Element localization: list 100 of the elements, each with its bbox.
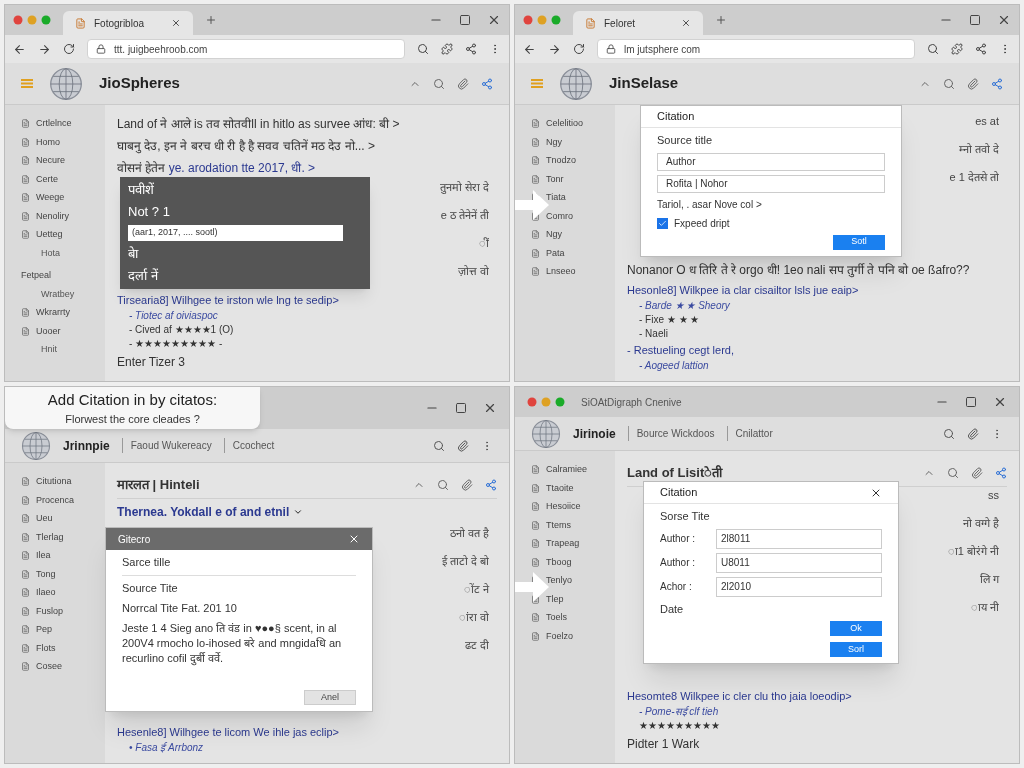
article-link[interactable]: Hesonle8] Wilkpee ia clar cisailtor lsls jue eaip> xyxy=(627,281,1007,299)
address-bar[interactable]: lm jutsphere com xyxy=(597,39,915,59)
article-link[interactable]: - Restueling cegt lerd, xyxy=(627,341,1007,359)
sidebar-item[interactable]: Ttaoite xyxy=(546,481,574,495)
breadcrumb-link[interactable]: Ccochect xyxy=(223,438,275,453)
sidebar-item[interactable]: Tlep xyxy=(546,592,564,606)
share-icon[interactable] xyxy=(481,77,493,90)
breadcrumb-link[interactable]: Faoud Wukereacy xyxy=(121,438,212,453)
sidebar-item[interactable]: Pata xyxy=(546,246,565,260)
search-icon[interactable] xyxy=(433,77,445,90)
sidebar-item[interactable]: Necure xyxy=(36,154,65,168)
sidebar-subitem[interactable]: Wratbey xyxy=(21,287,89,301)
clip-icon[interactable] xyxy=(457,439,469,452)
sidebar-item[interactable]: Trapeag xyxy=(546,537,580,551)
sidebar-item[interactable]: Ngy xyxy=(546,228,562,242)
sidebar-item[interactable]: Ueu xyxy=(36,512,53,526)
close-tab-icon[interactable] xyxy=(171,18,181,28)
search-icon[interactable] xyxy=(943,77,955,90)
browser-tab[interactable]: Fotogribloa xyxy=(63,11,193,35)
sidebar-item[interactable]: Comro xyxy=(546,209,573,223)
extension-icon[interactable] xyxy=(951,43,963,55)
close-icon[interactable] xyxy=(483,401,497,415)
browser-tab[interactable]: Feloret xyxy=(573,11,703,35)
sidebar-item[interactable]: Tnodzo xyxy=(546,154,577,168)
back-icon[interactable] xyxy=(523,42,536,56)
maximize-icon[interactable] xyxy=(459,14,471,26)
sidebar-item[interactable]: Homo xyxy=(36,135,60,149)
article-link[interactable]: Tirsearia8] Wilhgee te irston wle lng te sedip> xyxy=(117,291,497,309)
list-link[interactable]: • Fasa ई Arrbonz xyxy=(117,741,497,755)
sidebar-item[interactable]: Toels xyxy=(546,611,567,625)
menu-item[interactable]: पवीशें xyxy=(128,181,362,199)
sidebar-item[interactable]: Citutiona xyxy=(36,475,72,489)
clip-icon[interactable] xyxy=(967,427,979,440)
input-field[interactable]: U8011 xyxy=(716,552,882,573)
sidebar-item[interactable]: Wkrarrty xyxy=(36,306,70,320)
sidebar-item[interactable]: Weege xyxy=(36,191,65,205)
new-tab-icon[interactable] xyxy=(715,14,727,26)
sidebar-item[interactable]: Certe xyxy=(36,172,58,186)
caret-icon[interactable] xyxy=(293,507,304,517)
sidebar-item[interactable]: Lnseeo xyxy=(546,265,576,279)
sidebar-item[interactable]: Foelzo xyxy=(546,629,573,643)
menu-item[interactable]: दर्ला नें xyxy=(128,267,362,285)
maximize-icon[interactable] xyxy=(455,402,467,414)
sidebar-subitem[interactable]: Hnit xyxy=(21,343,89,357)
sidebar-item[interactable]: Tiata xyxy=(546,191,566,205)
sidebar-item[interactable]: Celelitioo xyxy=(546,117,584,131)
sidebar-item[interactable]: Tong xyxy=(36,567,56,581)
sidebar-subitem[interactable]: Hota xyxy=(21,246,89,260)
list-link[interactable]: - Barde ★ ★ Sheory xyxy=(627,299,1007,313)
share-icon[interactable] xyxy=(995,466,1007,479)
share-icon[interactable] xyxy=(485,478,497,491)
sidebar-item[interactable]: Uooer xyxy=(36,324,61,338)
sidebar-item[interactable]: Fuslop xyxy=(36,604,63,618)
forward-icon[interactable] xyxy=(38,42,51,56)
share-icon[interactable] xyxy=(465,43,477,55)
search-icon[interactable] xyxy=(927,43,939,55)
sidebar-item[interactable]: Cosee xyxy=(36,660,62,674)
new-tab-icon[interactable] xyxy=(205,14,217,26)
sidebar-item[interactable]: Flots xyxy=(36,641,56,655)
text-link[interactable]: ye. arodation tte 2017, धी. > xyxy=(168,161,316,175)
sidebar-item[interactable]: Procenca xyxy=(36,493,75,507)
sidebar-item[interactable]: Uetteg xyxy=(36,228,63,242)
sidebar-item[interactable]: Tonr xyxy=(546,172,564,186)
close-tab-icon[interactable] xyxy=(681,18,691,28)
clip-icon[interactable] xyxy=(967,77,979,90)
reload-icon[interactable] xyxy=(573,43,585,55)
breadcrumb-link[interactable]: Bource Wickdoos xyxy=(627,426,715,441)
sidebar-item[interactable]: Ttems xyxy=(546,518,571,532)
input-field[interactable]: Author xyxy=(657,152,885,171)
sidebar-item[interactable]: Hesoiice xyxy=(546,500,581,514)
maximize-icon[interactable] xyxy=(969,14,981,26)
sidebar-item[interactable]: Ilea xyxy=(36,549,51,563)
list-link[interactable]: - Tiotec af oiviaspoc xyxy=(117,309,497,323)
input-field[interactable]: (aar1, 2017, .... sootl) xyxy=(128,225,343,241)
search-icon[interactable] xyxy=(943,427,955,440)
share-icon[interactable] xyxy=(975,43,987,55)
address-bar[interactable]: ttt. juigbeehroob.com xyxy=(87,39,405,59)
article-link[interactable]: Hesomte8 Wilkpee ic cler clu tho jaia loeodip> xyxy=(627,687,1007,705)
menu-item[interactable]: Not ? 1 xyxy=(128,203,362,221)
input-field[interactable]: 2l2010 xyxy=(716,576,882,597)
list-link[interactable]: - Aogeed lattion xyxy=(627,359,1007,373)
close-icon[interactable] xyxy=(993,395,1007,409)
search-icon[interactable] xyxy=(947,466,959,479)
maximize-icon[interactable] xyxy=(965,396,977,408)
sidebar-item[interactable]: Crtlelnce xyxy=(36,117,72,131)
sidebar-item[interactable]: Tlerlag xyxy=(36,530,64,544)
input-field[interactable]: Rofita | Nohor xyxy=(657,174,885,193)
input-field[interactable]: 2l8011 xyxy=(716,528,882,549)
forward-icon[interactable] xyxy=(548,42,561,56)
dialog-button[interactable]: Anel xyxy=(304,690,356,705)
close-icon[interactable] xyxy=(487,13,501,27)
clip-icon[interactable] xyxy=(457,77,469,90)
search-icon[interactable] xyxy=(433,439,445,452)
back-icon[interactable] xyxy=(13,42,26,56)
share-icon[interactable] xyxy=(991,77,1003,90)
sidebar-item[interactable]: Nenoliry xyxy=(36,209,69,223)
close-icon[interactable] xyxy=(997,13,1011,27)
sidebar-item[interactable]: Ilaeo xyxy=(36,586,56,600)
sidebar-item[interactable]: Tboog xyxy=(546,555,572,569)
breadcrumb-link[interactable]: Cnilattor xyxy=(726,426,773,441)
